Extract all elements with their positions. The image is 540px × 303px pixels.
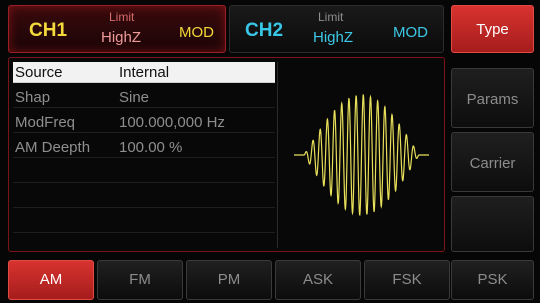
- ch1-mode: MOD: [179, 24, 214, 41]
- am-depth-value: 100.00 %: [119, 139, 183, 156]
- blank-softkey[interactable]: [451, 196, 534, 252]
- function-generator-screen: CH1 Limit HighZ MOD CH2 Limit HighZ MOD …: [0, 0, 540, 303]
- carrier-softkey-label: Carrier: [469, 155, 516, 172]
- ch2-mode: MOD: [393, 24, 428, 41]
- fsk-button[interactable]: FSK: [364, 260, 450, 300]
- empty-param-row: [13, 187, 275, 208]
- panel-divider: [277, 62, 278, 248]
- modfreq-value: 100.000,000 Hz: [119, 114, 225, 131]
- ch2-tab[interactable]: CH2 Limit HighZ MOD: [229, 5, 444, 53]
- ch1-impedance: HighZ: [101, 29, 142, 46]
- param-row-shape[interactable]: Shap Sine: [13, 87, 275, 108]
- shape-value: Sine: [119, 89, 150, 106]
- type-softkey-label: Type: [476, 21, 509, 38]
- fm-button[interactable]: FM: [97, 260, 183, 300]
- am-button[interactable]: AM: [8, 260, 94, 300]
- param-row-am-depth[interactable]: AM Deepth 100.00 %: [13, 137, 275, 158]
- shape-label: Shap: [15, 89, 51, 106]
- param-row-modfreq[interactable]: ModFreq 100.000,000 Hz: [13, 112, 275, 133]
- pm-button[interactable]: PM: [186, 260, 272, 300]
- ask-button[interactable]: ASK: [275, 260, 361, 300]
- am-depth-label: AM Deepth: [15, 139, 91, 156]
- ch2-limit-label: Limit: [318, 10, 344, 24]
- ch2-impedance: HighZ: [313, 29, 354, 46]
- params-softkey[interactable]: Params: [451, 68, 534, 128]
- ch1-label: CH1: [29, 20, 68, 41]
- modulation-params-panel: Source Internal Shap Sine ModFreq 100.00…: [8, 57, 445, 252]
- carrier-softkey[interactable]: Carrier: [451, 132, 534, 192]
- ch1-tab[interactable]: CH1 Limit HighZ MOD: [8, 5, 226, 53]
- source-label: Source: [15, 64, 63, 81]
- am-waveform-preview: [294, 93, 429, 217]
- type-softkey[interactable]: Type: [451, 5, 534, 53]
- psk-button[interactable]: PSK: [451, 260, 534, 300]
- param-row-source[interactable]: Source Internal: [13, 62, 275, 83]
- params-softkey-label: Params: [466, 91, 519, 108]
- empty-param-row: [13, 212, 275, 233]
- source-value: Internal: [119, 64, 170, 81]
- am-waveform-trace: [294, 93, 429, 217]
- modfreq-label: ModFreq: [15, 114, 76, 131]
- empty-param-row: [13, 162, 275, 183]
- ch1-limit-label: Limit: [109, 10, 135, 24]
- ch2-label: CH2: [245, 20, 284, 41]
